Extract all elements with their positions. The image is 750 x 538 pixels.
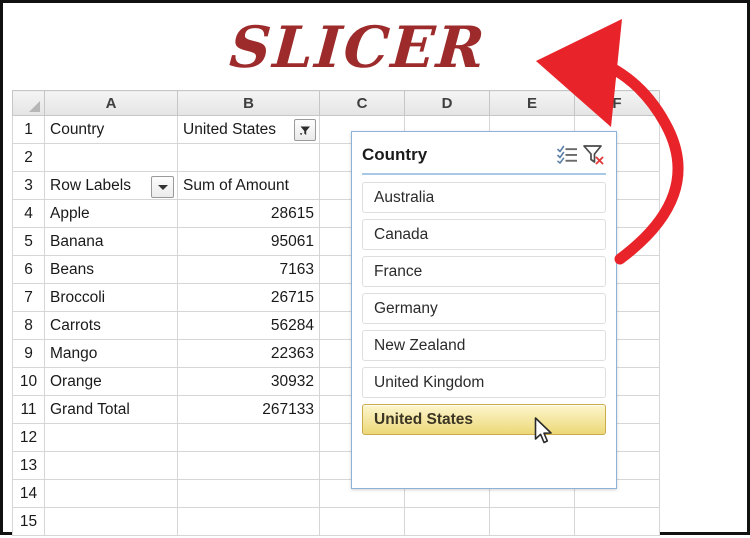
row-header-9[interactable]: 9 bbox=[12, 339, 45, 368]
column-header-b[interactable]: B bbox=[177, 90, 320, 116]
cell-b5[interactable]: 95061 bbox=[177, 227, 320, 256]
cell-a14[interactable] bbox=[44, 479, 178, 508]
cell-f15[interactable] bbox=[574, 507, 660, 536]
cell-c15[interactable] bbox=[319, 507, 405, 536]
slicer-item-label: Germany bbox=[374, 299, 438, 317]
slicer-item-label: United States bbox=[374, 410, 474, 428]
cell-a5[interactable]: Banana bbox=[44, 227, 178, 256]
slicer-item-label: Canada bbox=[374, 225, 429, 243]
cell-a8[interactable]: Carrots bbox=[44, 311, 178, 340]
cell-b8[interactable]: 56284 bbox=[177, 311, 320, 340]
slicer-item-label: Australia bbox=[374, 188, 435, 206]
row-header-15[interactable]: 15 bbox=[12, 507, 45, 536]
clear-filter-icon[interactable] bbox=[580, 143, 606, 167]
slicer-item[interactable]: Australia bbox=[362, 182, 606, 213]
table-row: 15 bbox=[12, 507, 660, 536]
slicer-item[interactable]: France bbox=[362, 256, 606, 287]
slicer-item[interactable]: Canada bbox=[362, 219, 606, 250]
slicer-item-label: United Kingdom bbox=[374, 373, 485, 391]
slicer-item-label: New Zealand bbox=[374, 336, 466, 354]
row-header-13[interactable]: 13 bbox=[12, 451, 45, 480]
cell-b13[interactable] bbox=[177, 451, 320, 480]
row-header-11[interactable]: 11 bbox=[12, 395, 45, 424]
slicer-panel[interactable]: Country Australia Canada France Germany … bbox=[351, 131, 617, 489]
cell-a4[interactable]: Apple bbox=[44, 199, 178, 228]
cell-e15[interactable] bbox=[489, 507, 575, 536]
cell-b10[interactable]: 30932 bbox=[177, 367, 320, 396]
cell-a10[interactable]: Orange bbox=[44, 367, 178, 396]
cell-b2[interactable] bbox=[177, 143, 320, 172]
slicer-caption: Country bbox=[362, 144, 428, 164]
cell-b3[interactable]: Sum of Amount bbox=[177, 171, 320, 200]
column-header-row: A B C D E F bbox=[12, 90, 660, 116]
cell-a9[interactable]: Mango bbox=[44, 339, 178, 368]
cell-a11[interactable]: Grand Total bbox=[44, 395, 178, 424]
slicer-item-list: Australia Canada France Germany New Zeal… bbox=[352, 175, 616, 435]
cell-d15[interactable] bbox=[404, 507, 490, 536]
row-header-1[interactable]: 1 bbox=[12, 115, 45, 144]
cell-a13[interactable] bbox=[44, 451, 178, 480]
row-header-8[interactable]: 8 bbox=[12, 311, 45, 340]
row-header-6[interactable]: 6 bbox=[12, 255, 45, 284]
cell-b12[interactable] bbox=[177, 423, 320, 452]
row-header-5[interactable]: 5 bbox=[12, 227, 45, 256]
column-header-e[interactable]: E bbox=[489, 90, 575, 116]
cell-b15[interactable] bbox=[177, 507, 320, 536]
cell-b11[interactable]: 267133 bbox=[177, 395, 320, 424]
cell-a2[interactable] bbox=[44, 143, 178, 172]
caret-glyph bbox=[157, 184, 168, 190]
cell-a15[interactable] bbox=[44, 507, 178, 536]
multi-select-icon[interactable] bbox=[554, 143, 580, 167]
annotation-title: SLICER bbox=[227, 13, 489, 81]
row-header-12[interactable]: 12 bbox=[12, 423, 45, 452]
cell-b6[interactable]: 7163 bbox=[177, 255, 320, 284]
cell-b14[interactable] bbox=[177, 479, 320, 508]
row-header-14[interactable]: 14 bbox=[12, 479, 45, 508]
cell-a7[interactable]: Broccoli bbox=[44, 283, 178, 312]
column-header-f[interactable]: F bbox=[574, 90, 660, 116]
cell-b9[interactable]: 22363 bbox=[177, 339, 320, 368]
cell-b1[interactable]: United States bbox=[177, 115, 320, 144]
row-header-7[interactable]: 7 bbox=[12, 283, 45, 312]
filter-icon[interactable] bbox=[294, 119, 316, 141]
slicer-item-label: France bbox=[374, 262, 423, 280]
cell-a3[interactable]: Row Labels bbox=[44, 171, 178, 200]
slicer-item[interactable]: New Zealand bbox=[362, 330, 606, 361]
column-header-c[interactable]: C bbox=[319, 90, 405, 116]
slicer-item-selected[interactable]: United States bbox=[362, 404, 606, 435]
column-header-a[interactable]: A bbox=[44, 90, 178, 116]
corner-triangle-icon bbox=[29, 101, 40, 112]
row-header-2[interactable]: 2 bbox=[12, 143, 45, 172]
screenshot-root: SLICER A B C D E F 1 Country United Stat… bbox=[0, 0, 750, 536]
slicer-item[interactable]: United Kingdom bbox=[362, 367, 606, 398]
cell-a1[interactable]: Country bbox=[44, 115, 178, 144]
cell-b7[interactable]: 26715 bbox=[177, 283, 320, 312]
mouse-pointer-icon bbox=[534, 417, 556, 447]
slicer-header: Country bbox=[362, 136, 606, 175]
cell-a12[interactable] bbox=[44, 423, 178, 452]
row-header-4[interactable]: 4 bbox=[12, 199, 45, 228]
select-all-corner[interactable] bbox=[12, 90, 45, 116]
row-labels-text: Row Labels bbox=[50, 176, 131, 194]
slicer-item[interactable]: Germany bbox=[362, 293, 606, 324]
row-header-10[interactable]: 10 bbox=[12, 367, 45, 396]
cell-a6[interactable]: Beans bbox=[44, 255, 178, 284]
column-header-d[interactable]: D bbox=[404, 90, 490, 116]
chevron-down-icon[interactable] bbox=[151, 176, 174, 198]
cell-b1-text: United States bbox=[183, 120, 277, 138]
cell-b4[interactable]: 28615 bbox=[177, 199, 320, 228]
row-header-3[interactable]: 3 bbox=[12, 171, 45, 200]
